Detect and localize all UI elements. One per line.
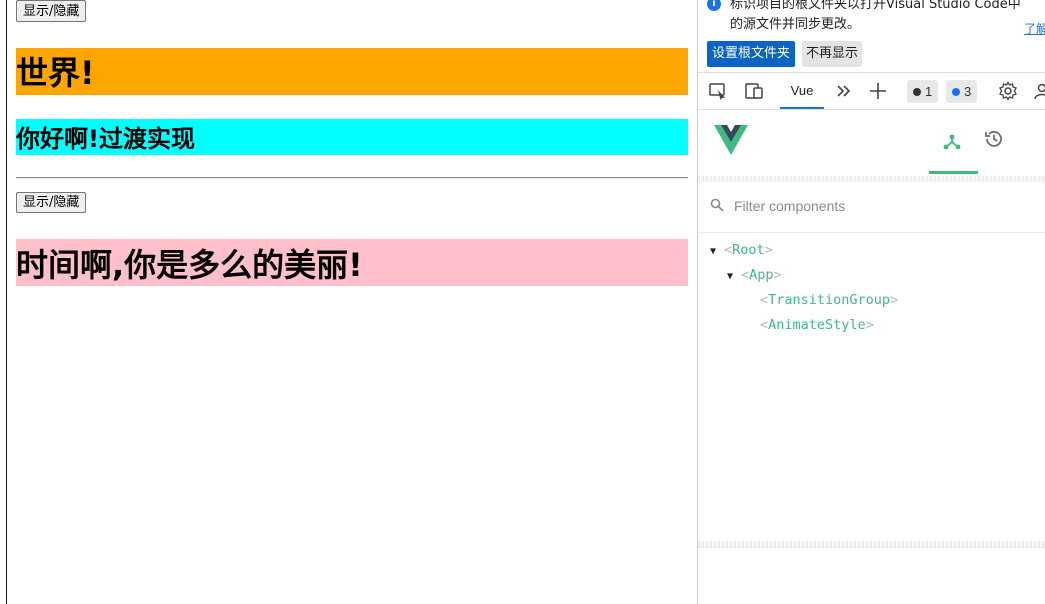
heading-world: 世界! <box>16 48 688 95</box>
devtools-panel: i 标识项目的根文件夹以打开Visual Studio Code中的源文件并同步… <box>698 0 1045 604</box>
vue-logo-icon <box>714 125 748 155</box>
inspect-icon[interactable] <box>708 81 728 101</box>
heading-time: 时间啊,你是多么的美丽! <box>16 239 688 286</box>
search-icon <box>710 198 724 212</box>
infobar-message: 标识项目的根文件夹以打开Visual Studio Code中的源文件并同步更改… <box>730 0 1021 32</box>
toggle-button-2[interactable]: 显示/隐藏 <box>16 192 87 213</box>
error-count: 1 <box>925 84 933 99</box>
timeline-icon[interactable] <box>983 128 1005 150</box>
filter-bar <box>698 182 1045 233</box>
expand-arrow-icon[interactable]: ▼ <box>727 265 741 289</box>
inspector-pane <box>698 547 1045 604</box>
settings-icon[interactable] <box>998 81 1018 101</box>
vue-devtools-header <box>698 110 1045 177</box>
filter-components-input[interactable] <box>734 194 1024 218</box>
workspace-infobar: i 标识项目的根文件夹以打开Visual Studio Code中的源文件并同步… <box>698 0 1045 72</box>
expand-arrow-icon[interactable]: ▼ <box>710 240 724 264</box>
user-icon[interactable] <box>1032 81 1045 101</box>
more-tabs-icon[interactable] <box>834 81 854 101</box>
tree-node-root[interactable]: ▼ <Root> <box>710 238 773 262</box>
message-count: 3 <box>964 84 972 99</box>
learn-more-link[interactable]: 了解 <box>1024 20 1045 37</box>
tree-node-label: Root <box>732 242 765 258</box>
messages-badge[interactable]: 3 <box>946 80 978 103</box>
message-dot-icon <box>952 88 960 96</box>
error-dot-icon <box>913 88 921 96</box>
add-tab-icon[interactable] <box>868 81 888 101</box>
tree-node-label: AnimateStyle <box>768 317 866 333</box>
dont-show-again-button[interactable]: 不再显示 <box>802 41 863 67</box>
page-border <box>6 0 7 604</box>
info-icon: i <box>707 0 721 11</box>
heading-hello: 你好啊!过渡实现 <box>16 119 688 155</box>
tree-node-animatestyle[interactable]: <AnimateStyle> <box>760 313 874 337</box>
toggle-button-1[interactable]: 显示/隐藏 <box>16 0 87 22</box>
device-toolbar-icon[interactable] <box>744 81 764 101</box>
tab-components[interactable] <box>929 110 978 174</box>
components-tree-icon <box>943 134 961 150</box>
tree-node-label: App <box>749 267 774 283</box>
tree-node-app[interactable]: ▼ <App> <box>727 263 782 287</box>
errors-badge[interactable]: 1 <box>907 80 939 103</box>
devtools-toolbar: Vue 1 3 <box>698 72 1045 110</box>
set-root-folder-button[interactable]: 设置根文件夹 <box>707 41 796 67</box>
divider <box>16 177 688 179</box>
tab-vue[interactable]: Vue <box>780 73 824 109</box>
tree-node-transitiongroup[interactable]: <TransitionGroup> <box>760 288 898 312</box>
tree-node-label: TransitionGroup <box>768 292 891 308</box>
